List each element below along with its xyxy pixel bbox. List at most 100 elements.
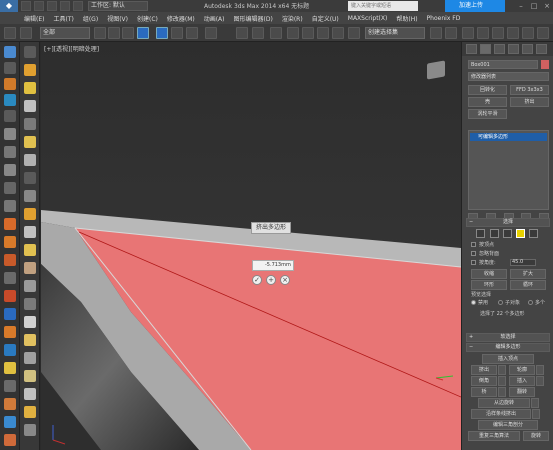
star-icon[interactable] <box>24 244 36 256</box>
select-move-icon[interactable] <box>156 27 168 39</box>
menu-customize[interactable]: 自定义(U) <box>312 14 339 23</box>
percent-snap-icon[interactable] <box>317 27 329 39</box>
phoenix-water-icon[interactable] <box>4 308 16 320</box>
select-manipulate-icon[interactable] <box>252 27 264 39</box>
bridge-button[interactable]: 桥 <box>471 387 497 397</box>
phoenix-foam-icon[interactable] <box>4 344 16 356</box>
paint-icon[interactable] <box>24 370 36 382</box>
hinge-settings-icon[interactable] <box>531 398 539 408</box>
grow-button[interactable]: 扩大 <box>510 269 546 279</box>
schematic-view-icon[interactable] <box>507 27 519 39</box>
align-icon[interactable] <box>445 27 457 39</box>
phoenix-cache-icon[interactable] <box>4 398 16 410</box>
named-selection-dropdown[interactable]: 创建选择集 <box>365 27 425 39</box>
menu-animation[interactable]: 动画(A) <box>204 14 225 23</box>
ffd-button[interactable]: FFD 3x3x3 <box>510 85 549 95</box>
rect-region-icon[interactable] <box>122 27 134 39</box>
retriangulate-button[interactable]: 重复三角算法 <box>468 431 520 441</box>
phoenix-help-icon[interactable] <box>4 434 16 446</box>
edit-polygons-rollout-header[interactable]: − 编辑多边形 <box>466 343 550 352</box>
select-by-name-icon[interactable] <box>108 27 120 39</box>
display-tab-icon[interactable] <box>522 44 533 54</box>
polygon-mode-icon[interactable] <box>516 229 525 238</box>
graphite-toggle-icon[interactable] <box>477 27 489 39</box>
shrink-button[interactable]: 收缩 <box>471 269 507 279</box>
by-angle-checkbox[interactable] <box>471 260 476 265</box>
teapot-icon[interactable] <box>24 100 36 112</box>
torus-icon[interactable] <box>24 352 36 364</box>
menu-edit[interactable]: 编辑(E) <box>24 14 44 23</box>
tube-icon[interactable] <box>24 298 36 310</box>
menu-graph-editors[interactable]: 图形编辑器(D) <box>234 14 273 23</box>
bulb-icon[interactable] <box>24 136 36 148</box>
gear-icon[interactable] <box>24 424 36 436</box>
object-color-swatch[interactable] <box>541 60 549 69</box>
undo-icon[interactable] <box>60 1 70 11</box>
flip-button[interactable]: 翻转 <box>509 387 535 397</box>
phoenix-fire-icon[interactable] <box>4 218 16 230</box>
fire-icon[interactable] <box>4 78 16 90</box>
angle-snap-icon[interactable] <box>302 27 314 39</box>
inset-button[interactable]: 插入 <box>509 376 535 386</box>
workspace-dropdown[interactable]: 工作区: 默认 <box>88 1 148 11</box>
spline-settings-icon[interactable] <box>532 409 540 419</box>
by-vertex-checkbox[interactable] <box>471 242 476 247</box>
bridge-settings-icon[interactable] <box>498 387 506 397</box>
edge-mode-icon[interactable] <box>490 229 499 238</box>
cylinder-icon[interactable] <box>24 316 36 328</box>
window-crossing-icon[interactable] <box>137 27 149 39</box>
material-editor-icon[interactable] <box>522 27 534 39</box>
render-setup-icon[interactable] <box>537 27 549 39</box>
cloth-icon[interactable] <box>24 262 36 274</box>
new-file-icon[interactable] <box>21 1 31 11</box>
sphere-icon[interactable] <box>24 226 36 238</box>
perspective-viewport[interactable]: [+][透视][明暗处理] 挤出多边形 -5.713mm ✓ + × <box>41 42 461 450</box>
shell-button[interactable]: 壳 <box>468 97 507 107</box>
box-icon[interactable] <box>4 110 16 122</box>
extrude-settings-icon[interactable] <box>498 365 506 375</box>
selection-rollout-header[interactable]: − 选择 <box>466 218 550 227</box>
phoenix-emitter-icon[interactable] <box>4 254 16 266</box>
modifier-list-dropdown[interactable]: 修改器列表 <box>468 72 549 81</box>
viewcube-icon[interactable] <box>427 60 445 80</box>
scene-explorer-icon[interactable] <box>4 62 16 74</box>
lamp-icon[interactable] <box>24 334 36 346</box>
save-file-icon[interactable] <box>47 1 57 11</box>
border-mode-icon[interactable] <box>503 229 512 238</box>
menu-maxscript[interactable]: MAXScript(X) <box>348 15 388 22</box>
menu-help[interactable]: 帮助(H) <box>396 14 417 23</box>
loop-button[interactable]: 循环 <box>510 280 546 290</box>
spark-icon[interactable] <box>24 208 36 220</box>
phoenix-smoke-icon[interactable] <box>4 326 16 338</box>
caddy-cancel-icon[interactable]: × <box>280 275 290 285</box>
phoenix-particle-icon[interactable] <box>4 362 16 374</box>
bevel-settings-icon[interactable] <box>498 376 506 386</box>
extrude-along-spline-button[interactable]: 沿样条线挤出 <box>471 409 531 419</box>
mirror-icon[interactable] <box>430 27 442 39</box>
select-rotate-icon[interactable] <box>171 27 183 39</box>
pivot-center-icon[interactable] <box>236 27 248 39</box>
modify-tab-icon[interactable] <box>480 44 491 54</box>
create-tab-icon[interactable] <box>466 44 477 54</box>
outline-button[interactable]: 轮廓 <box>509 365 535 375</box>
menu-modifiers[interactable]: 修改器(M) <box>167 14 195 23</box>
stack-item-editable-poly[interactable]: 可编辑多边形 <box>470 133 547 141</box>
layer-icon[interactable] <box>4 46 16 58</box>
curve-editor-icon[interactable] <box>492 27 504 39</box>
inset-settings-icon[interactable] <box>536 376 544 386</box>
element-mode-icon[interactable] <box>529 229 538 238</box>
redo-icon[interactable] <box>73 1 83 11</box>
undo-tool-icon[interactable] <box>4 27 16 39</box>
viewport-label[interactable]: [+][透视][明暗处理] <box>44 44 99 53</box>
phoenix-preview-icon[interactable] <box>4 416 16 428</box>
insert-vertex-button[interactable]: 插入顶点 <box>482 354 534 364</box>
caddy-ok-icon[interactable]: ✓ <box>252 275 262 285</box>
menu-views[interactable]: 视图(V) <box>107 14 128 23</box>
caddy-apply-icon[interactable]: + <box>266 275 276 285</box>
edit-named-sel-icon[interactable] <box>348 27 360 39</box>
minimize-icon[interactable]: – <box>516 1 526 11</box>
app-logo-icon[interactable]: ◆ <box>0 0 18 12</box>
reference-coord-icon[interactable] <box>205 27 217 39</box>
preview-subobj-radio[interactable] <box>498 300 503 305</box>
menu-phoenix[interactable]: Phoenix FD <box>427 15 461 22</box>
